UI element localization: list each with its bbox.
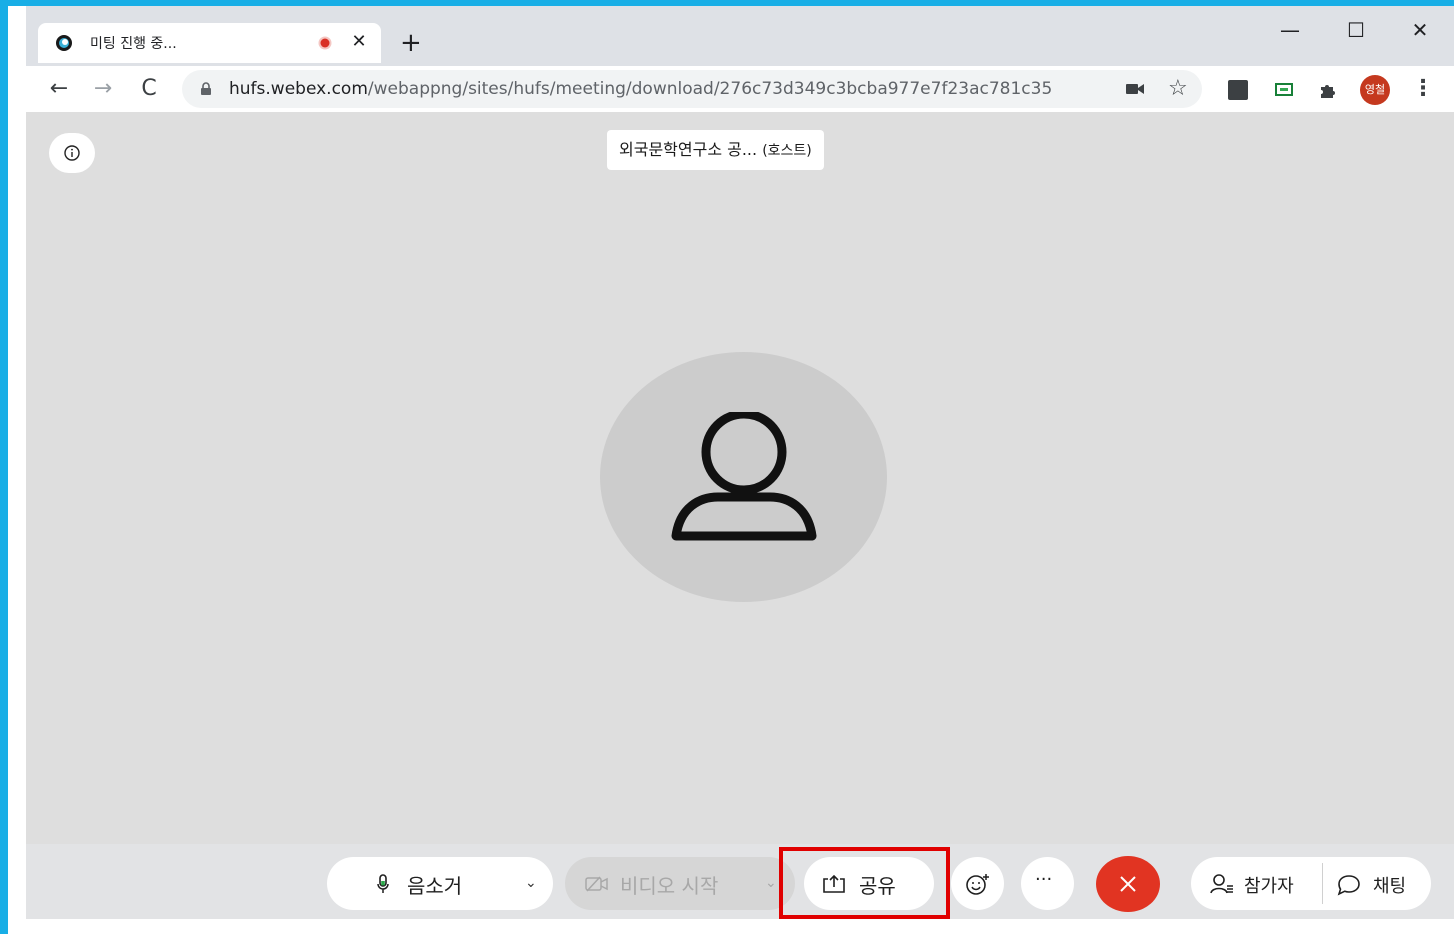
- minimize-button[interactable]: —: [1270, 18, 1310, 42]
- chevron-down-icon[interactable]: ⌄: [525, 875, 537, 891]
- browser-toolbar: ← → C hufs.webex.com/webappng/sites/hufs…: [26, 66, 1454, 112]
- browser-tab[interactable]: 미팅 진행 중... ✕: [38, 23, 381, 63]
- forward-button[interactable]: →: [88, 74, 118, 104]
- meeting-stage: 외국문학연구소 공... (호스트): [26, 112, 1454, 847]
- participants-button[interactable]: 참가자: [1191, 857, 1322, 910]
- start-video-button[interactable]: 비디오 시작 ⌄: [565, 857, 795, 910]
- microphone-icon: [377, 874, 389, 893]
- address-bar[interactable]: hufs.webex.com/webappng/sites/hufs/meeti…: [182, 70, 1202, 108]
- video-off-icon: [585, 876, 608, 892]
- reactions-button[interactable]: [951, 857, 1004, 910]
- chat-button[interactable]: 채팅: [1323, 857, 1431, 910]
- screen-extension-icon[interactable]: [1274, 80, 1294, 100]
- more-icon: ···: [1035, 869, 1053, 890]
- new-tab-button[interactable]: +: [400, 30, 422, 56]
- video-label: 비디오 시작: [620, 874, 719, 898]
- bookmark-star-icon[interactable]: ☆: [1168, 76, 1188, 101]
- webex-logo-icon: [56, 35, 72, 51]
- url-path: /webappng/sites/hufs/meeting/download/27…: [367, 79, 1053, 99]
- close-window-button[interactable]: ✕: [1400, 18, 1440, 42]
- mute-label: 음소거: [407, 874, 463, 898]
- leave-meeting-button[interactable]: [1096, 856, 1160, 912]
- browser-menu-icon[interactable]: ⋮: [1412, 76, 1434, 101]
- share-highlight-box: [779, 847, 950, 919]
- puzzle-icon[interactable]: [1318, 80, 1338, 100]
- maximize-button[interactable]: ☐: [1336, 18, 1376, 42]
- tab-close-icon[interactable]: ✕: [348, 31, 370, 52]
- chat-label: 채팅: [1373, 876, 1407, 897]
- meeting-info-button[interactable]: [49, 133, 95, 173]
- tab-strip: 미팅 진행 중... ✕ + — ☐ ✕: [26, 6, 1454, 66]
- info-icon: [64, 145, 80, 161]
- browser-window: 미팅 진행 중... ✕ + — ☐ ✕ ← → C hufs.webex.co…: [26, 6, 1454, 919]
- url-host: hufs.webex.com: [229, 79, 368, 99]
- participant-avatar: [600, 352, 887, 602]
- user-icon: [671, 412, 817, 541]
- tab-title: 미팅 진행 중...: [90, 36, 177, 52]
- chat-bubble-icon: [1337, 875, 1360, 896]
- host-name: 외국문학연구소 공...: [619, 140, 758, 159]
- meeting-control-bar: 음소거 ⌄ 비디오 시작 ⌄ 공유 ··· 참가자 채팅: [26, 844, 1454, 919]
- chevron-down-icon[interactable]: ⌄: [765, 875, 777, 891]
- reload-button[interactable]: C: [134, 74, 164, 104]
- participants-icon: [1210, 874, 1233, 894]
- profile-avatar[interactable]: 영철: [1360, 75, 1390, 105]
- host-name-label: 외국문학연구소 공... (호스트): [607, 130, 824, 170]
- record-dot-icon: [318, 36, 332, 50]
- emoji-icon: [966, 874, 989, 895]
- more-options-button[interactable]: ···: [1021, 857, 1074, 910]
- mute-button[interactable]: 음소거 ⌄: [327, 857, 553, 910]
- panel-toggle-group: 참가자 채팅: [1191, 857, 1431, 910]
- extension-icon[interactable]: [1228, 80, 1248, 100]
- back-button[interactable]: ←: [44, 74, 74, 104]
- close-icon: [1120, 876, 1136, 892]
- camera-icon[interactable]: [1126, 83, 1144, 95]
- participants-label: 참가자: [1244, 876, 1294, 897]
- host-tag: (호스트): [762, 143, 812, 159]
- lock-icon: [201, 82, 211, 95]
- url-text: hufs.webex.com/webappng/sites/hufs/meeti…: [229, 79, 1052, 99]
